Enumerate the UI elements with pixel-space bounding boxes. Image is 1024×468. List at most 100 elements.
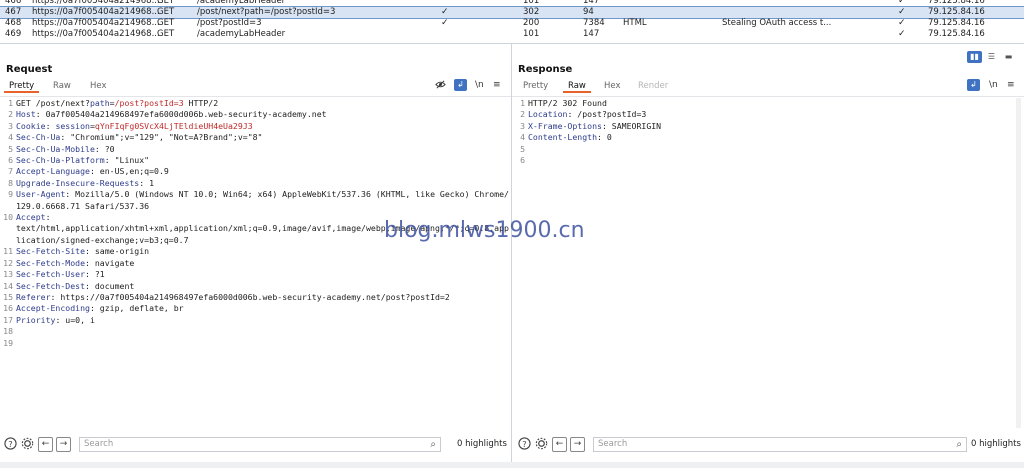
line-number: 12 (3, 257, 13, 268)
side-by-side-layout-icon[interactable]: ▮▮ (967, 51, 982, 63)
history-row[interactable]: 467 https://0a7f005404a214968... GET/post/… (0, 6, 1024, 19)
line-content: Referer: https://0a7f005404a214968497efa… (15, 292, 511, 303)
line-content: X-Frame-Options: SAMEORIGIN (527, 121, 1024, 132)
tab-hex[interactable]: Hex (604, 81, 621, 91)
history-cell-length: 7384 (583, 18, 605, 28)
menu-icon[interactable]: ≡ (493, 79, 501, 91)
history-cell-tls: ✓ (898, 29, 906, 39)
history-cell-tls: ✓ (898, 0, 906, 6)
line-content: Sec-Ch-Ua-Mobile: ?0 (15, 144, 511, 155)
line-number: 13 (3, 269, 13, 280)
code-line: 19 (0, 338, 511, 349)
text-segment: : 0 (597, 132, 612, 143)
history-cell-status: 200 (523, 18, 540, 28)
help-icon[interactable]: ? (3, 437, 18, 452)
http-history-table: 466 https://0a7f005404a214968... GET/acade… (0, 0, 1024, 44)
text-segment: : /post?postId=3 (567, 109, 647, 120)
line-number: 4 (8, 132, 13, 143)
tab-pretty[interactable]: Pretty (3, 81, 40, 93)
tab-hex[interactable]: Hex (90, 81, 107, 91)
text-segment: : navigate (85, 257, 135, 268)
history-cell-ip: 79.125.84.16 (928, 7, 985, 17)
tab-pretty[interactable]: Pretty (523, 81, 548, 91)
wrap-lines-toggle-icon[interactable]: ↲ (967, 79, 980, 91)
line-content: Sec-Ch-Ua: "Chromium";v="129", "Not=A?Br… (15, 132, 511, 143)
response-search-input[interactable]: Search ⌕ (593, 437, 967, 452)
text-segment: HTTP/2 (183, 98, 219, 108)
line-content: Accept-Language: en-US,en;q=0.9 (15, 166, 511, 177)
history-cell-tls: ✓ (898, 18, 906, 28)
text-segment: : SAMEORIGIN (601, 120, 662, 131)
arrow-left-icon[interactable]: ← (38, 437, 53, 452)
tab-raw[interactable]: Raw (53, 81, 71, 91)
history-cell-ip: 79.125.84.16 (928, 0, 985, 6)
history-cell-host: https://0a7f005404a214968... (32, 18, 160, 28)
code-line: 8 Upgrade-Insecure-Requests: 1 (0, 178, 511, 189)
line-number: 18 (3, 326, 13, 337)
history-row[interactable]: 466 https://0a7f005404a214968... GET/acade… (0, 0, 1024, 7)
code-line: 13 Sec-Fetch-User: ?1 (0, 269, 511, 280)
tab-raw[interactable]: Raw (563, 81, 591, 93)
wrap-lines-toggle-icon[interactable]: ↲ (454, 79, 467, 91)
tab-render[interactable]: Render (638, 81, 668, 91)
newline-toggle[interactable]: \n (989, 79, 998, 91)
history-cell-ip: 79.125.84.16 (928, 18, 985, 28)
history-row[interactable]: 469 https://0a7f005404a214968... GET/acade… (0, 29, 1024, 40)
request-search-input[interactable]: Search ⌕ (79, 437, 441, 452)
line-content: Content-Length: 0 (527, 132, 1024, 143)
svg-text:?: ? (8, 439, 12, 449)
history-row[interactable]: 468 https://0a7f005404a214968... GET/post?… (0, 18, 1024, 29)
line-content: Sec-Fetch-Mode: navigate (15, 258, 511, 269)
header-name: Referer (16, 291, 51, 302)
header-name: Accept-Encoding (16, 303, 90, 314)
header-name: Sec-Ch-Ua-Platform (16, 155, 105, 166)
arrow-right-icon[interactable]: → (570, 437, 585, 452)
text-segment: : 1 (139, 177, 155, 188)
history-cell-method: GET (157, 18, 175, 28)
arrow-right-icon[interactable]: → (56, 437, 71, 452)
text-segment: : "Chromium";v="129", "Not=A?Brand";v="8… (60, 132, 263, 143)
single-layout-icon[interactable]: ▬ (1001, 51, 1016, 63)
code-line: 4 Content-Length: 0 (512, 132, 1024, 143)
stacked-layout-icon[interactable]: ☰ (984, 51, 999, 63)
header-name: Sec-Ch-Ua-Mobile (16, 143, 95, 154)
response-scrollbar[interactable] (1016, 98, 1021, 428)
search-icon: ⌕ (430, 439, 436, 450)
code-line: 18 (0, 326, 511, 337)
gear-icon[interactable] (534, 437, 549, 452)
header-name: Location (528, 109, 568, 120)
hide-eye-icon[interactable] (435, 79, 446, 94)
code-line: 5 (512, 144, 1024, 155)
code-line: 4 Sec-Ch-Ua: "Chromium";v="129", "Not=A?B… (0, 132, 511, 143)
header-name: User-Agent (16, 189, 66, 200)
text-segment: : 0a7f005404a214968497efa6000d006b.web-s… (35, 109, 327, 120)
history-cell-length: 147 (583, 0, 600, 6)
gear-icon[interactable] (20, 437, 35, 452)
header-name: Sec-Ch-Ua (16, 132, 61, 143)
history-cell-num: 467 (5, 7, 22, 17)
history-cell-host: https://0a7f005404a214968... (32, 29, 160, 39)
response-editor[interactable]: 1 HTTP/2 302 Found 2 Location: /post?postId… (512, 98, 1024, 166)
newline-toggle[interactable]: \n (475, 79, 484, 91)
history-cell-path: /academyLabHeader (197, 29, 286, 39)
line-number: 1 (8, 98, 13, 108)
request-search-bar: ? ← → Search ⌕ 0 highlights (0, 436, 511, 453)
code-line: 5 Sec-Ch-Ua-Mobile: ?0 (0, 144, 511, 155)
svg-text:?: ? (522, 439, 526, 449)
text-segment: : ?1 (85, 269, 105, 280)
code-line: 2 Location: /post?postId=3 (512, 109, 1024, 120)
code-line: 3 X-Frame-Options: SAMEORIGIN (512, 121, 1024, 132)
arrow-left-icon[interactable]: ← (552, 437, 567, 452)
response-search-bar: ? ← → Search ⌕ 0 highlights (512, 436, 1024, 453)
line-number: 9 (8, 189, 13, 200)
header-name: Upgrade-Insecure-Requests (16, 177, 140, 188)
help-icon[interactable]: ? (517, 437, 532, 452)
menu-icon[interactable]: ≡ (1007, 79, 1015, 91)
history-cell-length: 147 (583, 29, 600, 39)
history-cell-title: Stealing OAuth access t... (722, 18, 832, 28)
request-pane: Request Pretty Raw Hex ↲ \n ≡ 1 GET /post… (0, 44, 511, 462)
history-cell-length: 94 (583, 7, 594, 17)
search-placeholder: Search (598, 439, 628, 449)
header-name: Cookie (16, 120, 46, 131)
text-segment: : gzip, deflate, br (89, 303, 184, 314)
